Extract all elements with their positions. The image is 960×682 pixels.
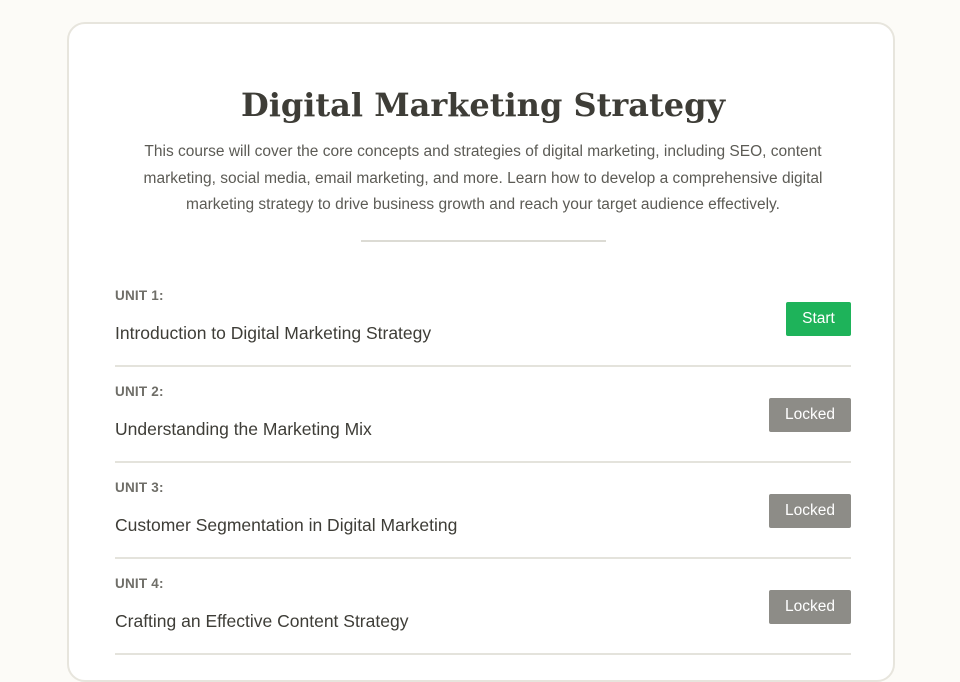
- title-divider: [361, 240, 606, 242]
- unit-title: Customer Segmentation in Digital Marketi…: [115, 515, 458, 535]
- unit-title: Introduction to Digital Marketing Strate…: [115, 323, 432, 343]
- unit-title: Crafting an Effective Content Strategy: [115, 611, 409, 631]
- unit-label: UNIT 4:: [115, 576, 164, 591]
- unit-label: UNIT 3:: [115, 480, 164, 495]
- locked-button[interactable]: Locked: [769, 398, 851, 432]
- course-title: Digital Marketing Strategy: [240, 86, 726, 124]
- unit-title: Understanding the Marketing Mix: [115, 419, 372, 439]
- locked-button[interactable]: Locked: [769, 494, 851, 528]
- unit-row: UNIT 2: Understanding the Marketing Mix …: [115, 367, 851, 463]
- locked-button[interactable]: Locked: [769, 590, 851, 624]
- course-card: Digital Marketing Strategy This course w…: [67, 22, 895, 682]
- unit-row: UNIT 3: Customer Segmentation in Digital…: [115, 463, 851, 559]
- start-button[interactable]: Start: [786, 302, 851, 336]
- unit-row: UNIT 4: Crafting an Effective Content St…: [115, 559, 851, 655]
- unit-row: UNIT 1: Introduction to Digital Marketin…: [115, 271, 851, 367]
- course-description: This course will cover the core concepts…: [143, 143, 823, 213]
- unit-label: UNIT 2:: [115, 384, 164, 399]
- unit-label: UNIT 1:: [115, 288, 164, 303]
